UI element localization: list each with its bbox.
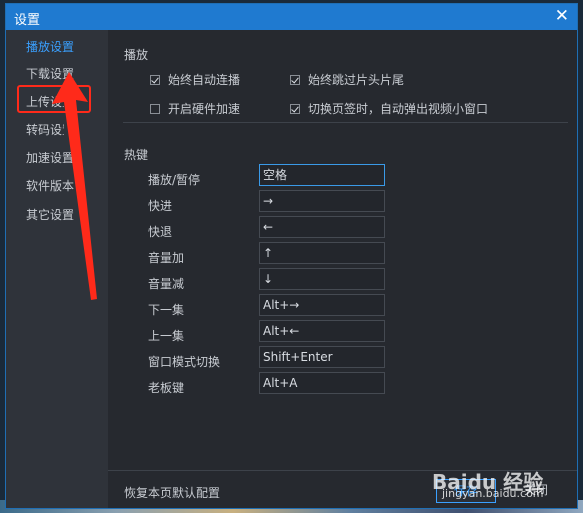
watermark-url: jingyan.baidu.com	[442, 487, 544, 500]
annotation-arrow-icon	[52, 72, 97, 300]
